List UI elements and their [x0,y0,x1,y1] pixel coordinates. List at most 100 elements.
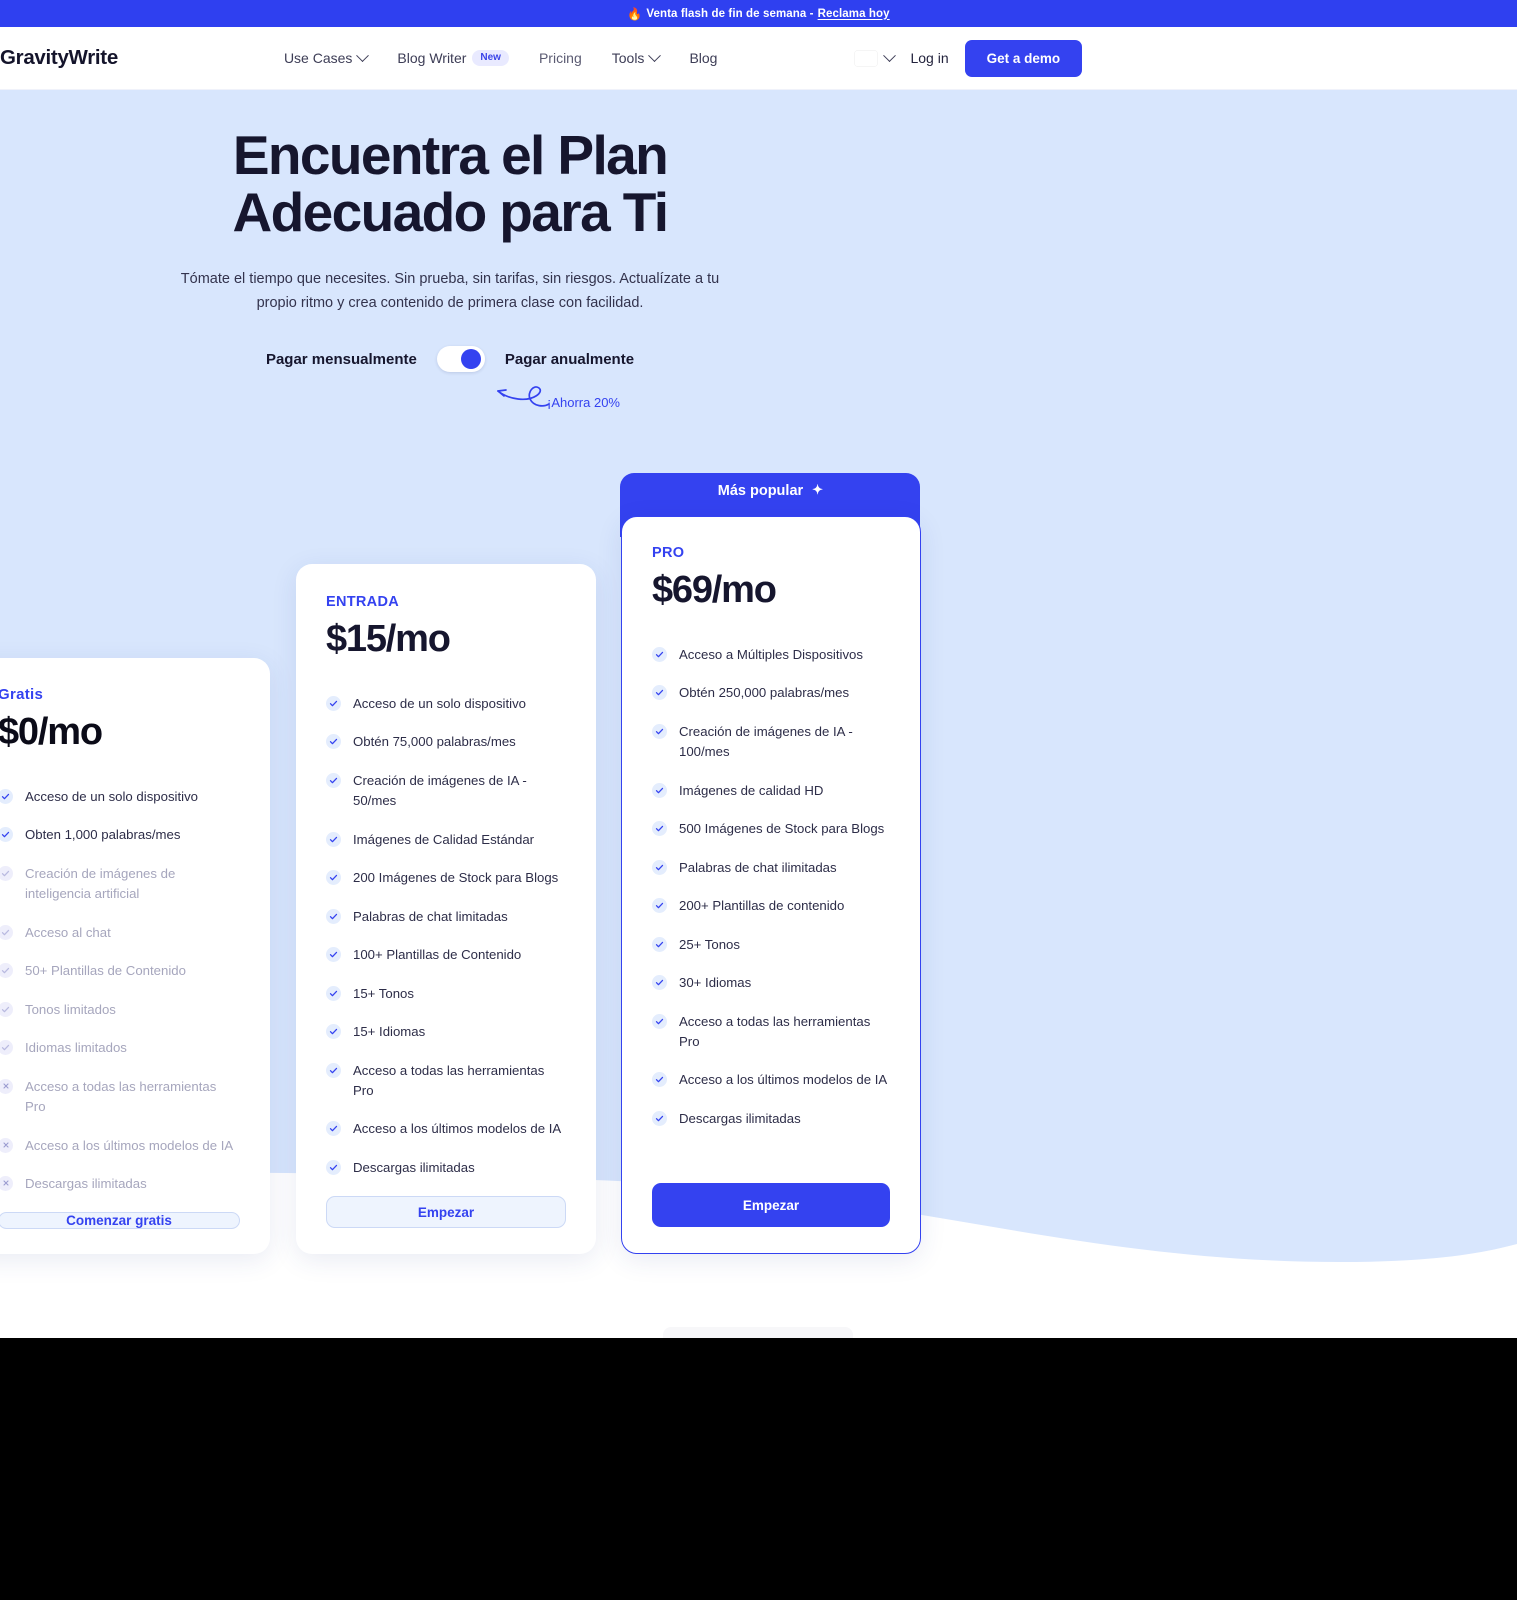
feature-label: Acceso de un solo dispositivo [353,696,527,711]
annual-billing-label: Pagar anualmente [504,350,635,368]
check-icon [326,1024,341,1040]
feature-item: Idiomas limitados [0,1038,240,1058]
nav-item-pricing[interactable]: Pricing [539,50,582,66]
feature-item: 30+ Idiomas [652,973,890,993]
check-icon [652,782,667,798]
plan-price: $15/mo [326,618,451,660]
nav-right-group: Log in Get a demo [855,39,1083,77]
feature-label: Descargas ilimitadas [353,1159,475,1175]
promo-banner: 🔥 Venta flash de fin de semana - Reclama… [0,0,1517,27]
billing-period-toggle[interactable] [436,346,485,373]
feature-label: Acceso a los últimos modelos de IA [679,1072,888,1088]
hero-section: Encuentra el Plan Adecuado para Ti Tómat… [0,90,1517,1300]
cross-icon [0,1137,13,1153]
check-icon [0,1001,13,1017]
feature-item: 500 Imágenes de Stock para Blogs [652,819,890,839]
feature-item: Creación de imágenes de inteligencia art… [0,864,240,905]
feature-item: Obtén 250,000 palabras/mes [652,683,890,703]
feature-item: 15+ Tonos [326,984,566,1004]
check-icon [326,831,341,847]
feature-label: 500 Imágenes de Stock para Blogs [679,821,885,837]
login-link[interactable]: Log in [910,50,948,66]
check-icon [0,924,13,940]
feature-label: 50+ Plantillas de Contenido [25,963,186,979]
check-icon [326,1159,341,1175]
nav-item-blog-writer[interactable]: Blog Writer New [397,50,509,66]
feature-item: Descargas ilimitadas [0,1174,240,1194]
hero-subtitle: Tómate el tiempo que necesites. Sin prue… [180,271,720,312]
check-icon [652,975,667,991]
feature-label: 200+ Plantillas de contenido [679,898,845,914]
feature-item: Tonos limitados [0,1000,240,1020]
feature-label: Acceso a todas las herramientas Pro [679,1013,871,1049]
feature-item: 200 Imágenes de Stock para Blogs [326,868,566,888]
cross-icon [0,1175,13,1191]
save-note-text: ¡Ahorra 20% [547,395,620,411]
cross-icon [0,1078,13,1094]
feature-item: Acceso de un solo dispositivo [326,694,566,714]
feature-label: Palabras de chat limitadas [353,908,508,924]
feature-item: 100+ Plantillas de Contenido [326,945,566,965]
feature-label: Acceso a todas las herramientas Pro [353,1062,545,1098]
feature-list: Acceso de un solo dispositivo Obtén 75,00… [326,694,566,1196]
check-icon [326,947,341,963]
chevron-down-icon [648,48,662,62]
feature-item: Acceso a todas las herramientas Pro [326,1061,566,1102]
check-icon [0,789,13,804]
feature-label: Acceso a los últimos modelos de IA [25,1137,234,1153]
feature-item: 15+ Idiomas [326,1022,566,1042]
check-icon [652,859,667,875]
fire-icon: 🔥 [627,6,643,21]
nav-item-use-cases[interactable]: Use Cases [284,48,370,66]
feature-item: Imágenes de Calidad Estándar [326,830,566,850]
plan-cta-button[interactable]: Empezar [326,1196,566,1228]
check-icon [326,1062,341,1078]
feature-label: Obtén 250,000 palabras/mes [679,685,850,701]
brand-logo[interactable]: GravityWrite [0,46,118,70]
check-icon [0,865,13,881]
pricing-card-free: Gratis $0/mo Acceso de un solo dispositi… [0,658,270,1254]
feature-label: Acceso a los últimos modelos de IA [353,1121,562,1137]
language-selector[interactable] [855,48,897,66]
feature-item: Obten 1,000 palabras/mes [0,825,240,845]
pricing-cards: Gratis $0/mo Acceso de un solo dispositi… [0,426,1517,1256]
check-icon [652,1110,667,1126]
nav-item-tools[interactable]: Tools [612,48,662,66]
feature-item: Acceso a todas las herramientas Pro [652,1012,890,1053]
feature-item: 50+ Plantillas de Contenido [0,961,240,981]
spain-flag-icon [855,51,877,66]
feature-item: Obtén 75,000 palabras/mes [326,732,566,752]
toggle-knob [460,349,481,370]
nav-item-blog[interactable]: Blog [689,50,717,66]
billing-toggle-row: Pagar mensualmente Pagar anualmente ¡Aho… [0,346,900,410]
check-icon [326,696,341,711]
plan-name: ENTRADA [326,594,399,610]
sparkle-icon: ✦ [812,482,824,497]
check-icon [326,772,341,788]
feature-label: Acceso al chat [25,924,111,940]
get-a-demo-button[interactable]: Get a demo [964,39,1083,77]
check-icon [652,898,667,914]
feature-label: 15+ Idiomas [353,1024,426,1040]
feature-item: Acceso de un solo dispositivo [0,787,240,807]
plan-cta-button[interactable]: Empezar [652,1183,890,1227]
check-icon [0,827,13,843]
curved-arrow-icon [497,386,550,407]
plan-price: $0/mo [0,711,103,753]
check-icon [326,985,341,1001]
promo-claim-link[interactable]: Reclama hoy [818,8,890,20]
feature-label: Obten 1,000 palabras/mes [25,827,181,843]
feature-label: 100+ Plantillas de Contenido [353,947,522,963]
feature-label: 25+ Tonos [679,936,740,952]
plan-cta-button[interactable]: Comenzar gratis [0,1212,240,1230]
save-callout: ¡Ahorra 20% [492,374,620,411]
feature-list: Acceso a Múltiples Dispositivos Obtén 250… [652,645,890,1183]
page-title: Encuentra el Plan Adecuado para Ti [232,124,670,244]
check-icon [652,1013,667,1029]
check-icon [652,647,667,662]
feature-label: Descargas ilimitadas [25,1175,147,1191]
feature-item: Acceso a los últimos modelos de IA [652,1070,890,1090]
hero-content: Encuentra el Plan Adecuado para Ti Tómat… [0,90,900,410]
promo-text: Venta flash de fin de semana - [646,7,814,20]
feature-item: Acceso a los últimos modelos de IA [326,1119,566,1139]
